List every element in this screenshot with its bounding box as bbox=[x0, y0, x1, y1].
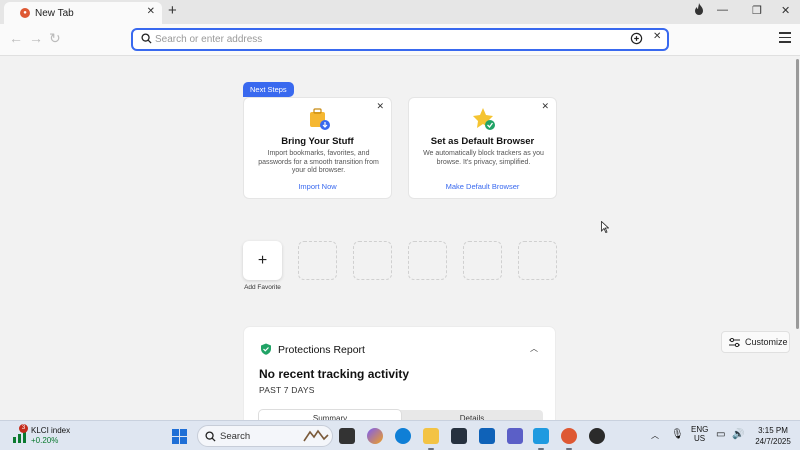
card-close-icon[interactable]: ✕ bbox=[376, 101, 384, 112]
next-steps-badge: Next Steps bbox=[243, 82, 294, 97]
tab-title: New Tab bbox=[35, 7, 74, 19]
add-favorite-button[interactable]: + bbox=[243, 241, 282, 280]
scrollbar-thumb[interactable] bbox=[796, 59, 799, 329]
forward-arrow-icon[interactable]: → bbox=[29, 30, 43, 46]
clock-date: 24/7/2025 bbox=[755, 437, 791, 446]
taskbar-search[interactable]: Search bbox=[197, 425, 333, 447]
make-default-browser-link[interactable]: Make Default Browser bbox=[409, 182, 556, 191]
toolbar: ← → ↻ ✕ bbox=[0, 24, 800, 56]
card-description: We automatically block trackers as you b… bbox=[423, 150, 544, 166]
reload-icon[interactable]: ↻ bbox=[49, 30, 61, 47]
hamburger-menu-icon[interactable] bbox=[779, 32, 791, 46]
duckduckgo-taskbar-icon[interactable] bbox=[561, 428, 577, 450]
close-window-icon[interactable]: ✕ bbox=[781, 4, 790, 17]
plus-icon: + bbox=[257, 251, 268, 269]
microphone-icon[interactable]: 🎙 bbox=[671, 429, 684, 440]
clock-time: 3:15 PM bbox=[758, 426, 788, 435]
fire-button-icon[interactable] bbox=[693, 3, 705, 19]
protections-period: PAST 7 DAYS bbox=[259, 385, 315, 395]
page-scrollbar[interactable] bbox=[794, 57, 800, 420]
address-input[interactable] bbox=[155, 31, 615, 48]
show-hidden-icons-chevron-icon[interactable]: ︿ bbox=[651, 430, 659, 441]
card-description: Import bookmarks, favorites, and passwor… bbox=[258, 150, 379, 174]
sliders-icon bbox=[729, 337, 740, 347]
card-close-icon[interactable]: ✕ bbox=[541, 101, 549, 112]
taskbar-clock[interactable]: 3:15 PM 24/7/2025 bbox=[750, 425, 796, 447]
app-icon[interactable] bbox=[589, 428, 605, 444]
collapse-chevron-icon[interactable]: ︿ bbox=[530, 343, 538, 354]
duckduckgo-logo-icon: ● bbox=[20, 8, 30, 18]
app-icon[interactable] bbox=[533, 428, 549, 450]
stock-widget[interactable]: 3 KLCI index +0.20% bbox=[12, 424, 102, 448]
notification-badge: 3 bbox=[19, 424, 28, 433]
address-bar[interactable]: ✕ bbox=[131, 28, 669, 51]
back-arrow-icon[interactable]: ← bbox=[9, 30, 23, 46]
card-title: Bring Your Stuff bbox=[281, 136, 354, 147]
tab-new-tab[interactable]: ● New Tab ✕ bbox=[4, 2, 162, 24]
favorite-slot bbox=[298, 241, 337, 280]
windows-taskbar: 3 KLCI index +0.20% Search ︿ 🎙 ENG US ▭ … bbox=[0, 420, 800, 450]
taskbar-search-label: Search bbox=[220, 431, 251, 442]
mouse-cursor-icon bbox=[601, 221, 609, 233]
add-favorite-label: Add Favorite bbox=[244, 284, 281, 291]
search-highlight-art-icon bbox=[303, 429, 329, 442]
tab-details[interactable]: Details bbox=[401, 410, 543, 420]
tab-summary[interactable]: Summary bbox=[259, 410, 401, 420]
network-icon[interactable]: ▭ bbox=[716, 429, 725, 440]
teams-icon[interactable] bbox=[507, 428, 523, 444]
copilot-icon[interactable] bbox=[367, 428, 383, 444]
search-icon bbox=[141, 33, 152, 44]
favorite-slot bbox=[408, 241, 447, 280]
file-explorer-icon[interactable] bbox=[423, 428, 439, 450]
new-tab-page: Next Steps ✕ Bring Your Stuff Import boo… bbox=[0, 57, 800, 420]
volume-icon[interactable]: 🔊 bbox=[732, 429, 744, 440]
import-now-link[interactable]: Import Now bbox=[244, 182, 391, 191]
stock-name: KLCI index bbox=[31, 426, 71, 435]
windows-start-icon[interactable] bbox=[172, 429, 187, 444]
protections-segmented-control: Summary Details bbox=[259, 410, 543, 420]
duck-ai-chat-icon[interactable] bbox=[630, 32, 643, 45]
region-code: US bbox=[694, 434, 706, 443]
task-view-icon[interactable] bbox=[339, 428, 355, 444]
search-icon bbox=[205, 431, 216, 442]
default-browser-star-icon bbox=[473, 108, 495, 130]
protections-report: Protections Report ︿ No recent tracking … bbox=[243, 326, 556, 420]
shield-check-icon bbox=[261, 343, 271, 355]
favorite-slot bbox=[518, 241, 557, 280]
favorite-slot bbox=[463, 241, 502, 280]
new-tab-plus-icon[interactable]: + bbox=[168, 2, 177, 19]
clear-address-icon[interactable]: ✕ bbox=[653, 31, 661, 42]
protections-heading: No recent tracking activity bbox=[259, 367, 410, 381]
customize-button[interactable]: Customize bbox=[721, 331, 790, 353]
protections-title: Protections Report bbox=[278, 344, 365, 356]
tab-close-icon[interactable]: ✕ bbox=[147, 6, 155, 17]
language-code: ENG bbox=[691, 425, 709, 434]
customize-label: Customize bbox=[745, 337, 788, 347]
card-set-default-browser: ✕ Set as Default Browser We automaticall… bbox=[408, 97, 557, 199]
favorite-slot bbox=[353, 241, 392, 280]
restore-icon[interactable]: ❐ bbox=[752, 4, 762, 17]
import-icon bbox=[310, 108, 330, 130]
microsoft-store-icon[interactable] bbox=[451, 428, 467, 444]
minimize-icon[interactable]: — bbox=[717, 4, 728, 16]
card-bring-your-stuff: ✕ Bring Your Stuff Import bookmarks, fav… bbox=[243, 97, 392, 199]
outlook-icon[interactable] bbox=[479, 428, 495, 444]
language-indicator[interactable]: ENG US bbox=[691, 425, 708, 443]
tab-strip: ● New Tab ✕ + — ❐ ✕ bbox=[0, 0, 800, 24]
edge-icon[interactable] bbox=[395, 428, 411, 444]
card-title: Set as Default Browser bbox=[430, 136, 535, 147]
stock-change: +0.20% bbox=[31, 436, 59, 445]
